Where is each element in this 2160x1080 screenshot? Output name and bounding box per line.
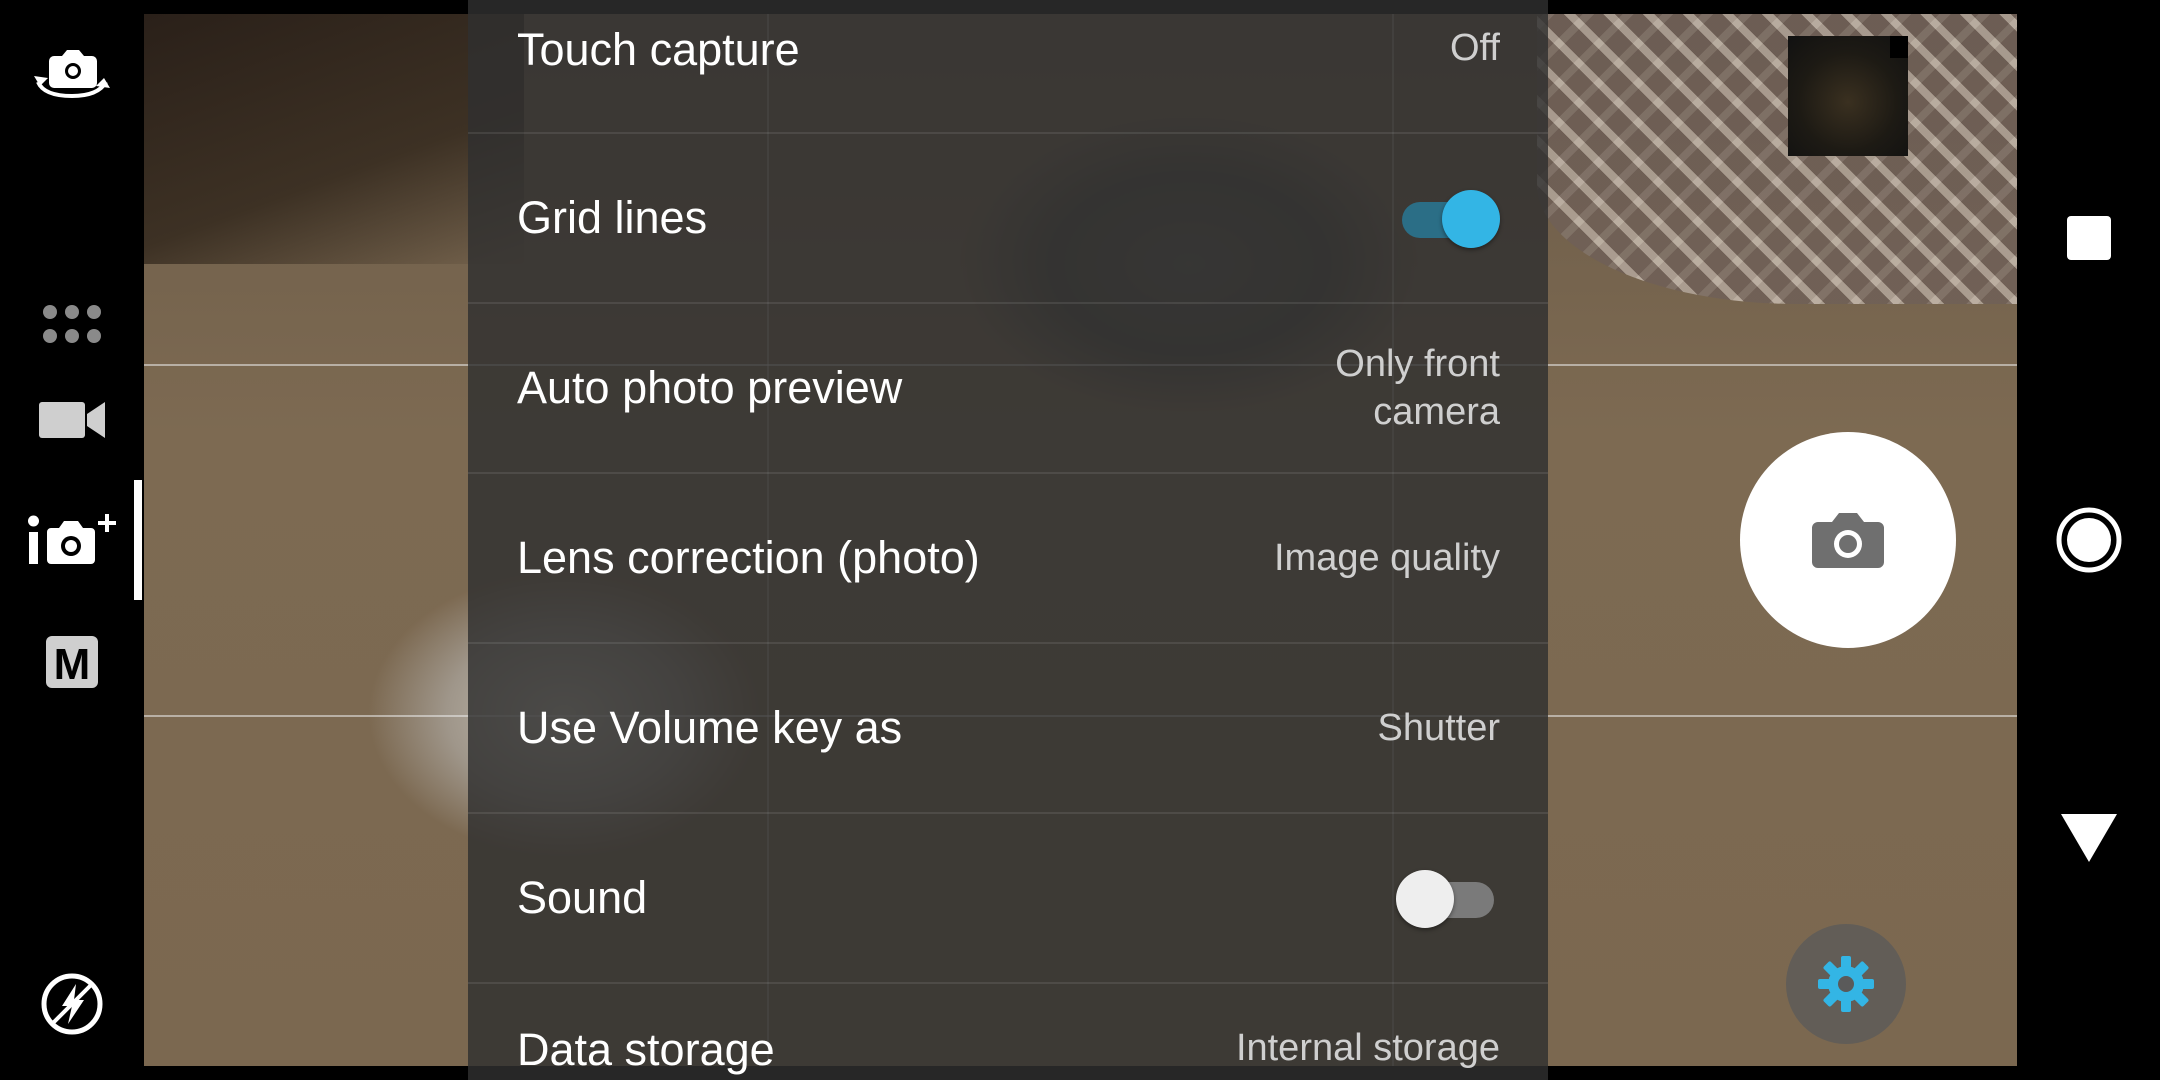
settings-button[interactable] <box>1786 924 1906 1044</box>
home-icon <box>2056 507 2121 573</box>
viewfinder-cushion <box>1537 14 2017 304</box>
back-button[interactable] <box>2017 812 2160 864</box>
setting-lens-correction[interactable]: Lens correction (photo) Image quality <box>468 474 1548 644</box>
setting-label: Data storage <box>517 1024 775 1075</box>
setting-value: Off <box>1450 27 1500 69</box>
setting-value-line: camera <box>1373 391 1500 433</box>
setting-label: Auto photo preview <box>517 362 903 413</box>
thumbnail-corner <box>1890 36 1908 58</box>
setting-value: Internal storage <box>1235 1027 1500 1069</box>
setting-label: Sound <box>517 872 648 923</box>
flash-auto-icon[interactable] <box>40 972 104 1036</box>
setting-label: Grid lines <box>517 192 708 243</box>
recents-button[interactable] <box>2017 214 2160 262</box>
sound-toggle[interactable] <box>1396 868 1500 928</box>
setting-sound[interactable]: Sound <box>468 814 1548 984</box>
superior-auto-mode-icon[interactable] <box>26 508 126 572</box>
viewfinder-shadow <box>144 14 524 264</box>
setting-touch-capture[interactable]: Touch capture Off <box>468 0 1548 134</box>
setting-grid-lines[interactable]: Grid lines <box>468 134 1548 304</box>
shutter-button[interactable] <box>1740 432 1956 648</box>
camera-icon <box>1812 513 1884 568</box>
home-button[interactable] <box>2017 506 2160 574</box>
setting-value: Shutter <box>1377 707 1500 749</box>
setting-volume-key[interactable]: Use Volume key as Shutter <box>468 644 1548 814</box>
setting-value-line: Only front <box>1335 343 1500 385</box>
setting-value: Only front camera <box>1200 340 1500 436</box>
mode-rail: M <box>0 0 144 1080</box>
last-photo-thumbnail[interactable] <box>1788 36 1908 156</box>
setting-label: Lens correction (photo) <box>517 532 980 583</box>
system-nav-bar <box>2017 0 2160 1080</box>
back-icon <box>2060 814 2117 862</box>
gear-icon <box>1818 956 1874 1012</box>
setting-label: Use Volume key as <box>517 702 903 753</box>
manual-mode-icon[interactable]: M <box>44 634 100 690</box>
setting-data-storage[interactable]: Data storage Internal storage <box>468 984 1548 1080</box>
video-mode-icon[interactable] <box>36 396 108 444</box>
setting-value: Image quality <box>1273 537 1500 579</box>
active-mode-indicator <box>134 480 142 600</box>
toggle-thumb <box>1396 870 1454 928</box>
setting-auto-photo-preview[interactable]: Auto photo preview Only front camera <box>468 304 1548 474</box>
more-modes-icon[interactable] <box>36 300 108 348</box>
recents-icon <box>2066 216 2111 260</box>
grid-lines-toggle[interactable] <box>1396 188 1500 248</box>
manual-mode-letter: M <box>54 640 91 689</box>
switch-camera-icon[interactable] <box>28 40 116 104</box>
toggle-thumb <box>1442 190 1500 248</box>
setting-label: Touch capture <box>517 24 800 75</box>
camera-settings-panel[interactable]: Touch capture Off Grid lines Auto photo … <box>468 0 1548 1080</box>
